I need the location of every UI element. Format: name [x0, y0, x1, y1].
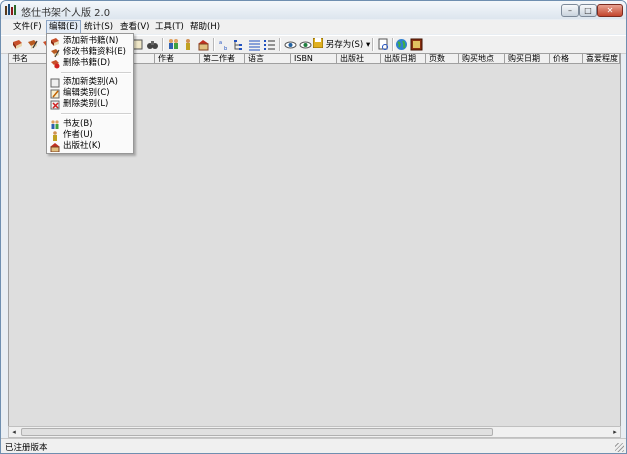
- maximize-button[interactable]: □: [579, 4, 597, 17]
- add-book-icon[interactable]: [11, 38, 24, 51]
- save-as-label: 另存为(S): [325, 40, 364, 50]
- menu-item-label: 书友(B): [63, 119, 93, 129]
- toolbar-separator: [279, 38, 281, 51]
- book-cover-icon[interactable]: [410, 38, 423, 51]
- list-view-icon[interactable]: [263, 38, 276, 51]
- menu-view[interactable]: 查看(V): [118, 20, 151, 34]
- scroll-thumb[interactable]: [21, 428, 493, 436]
- column-header-language[interactable]: 语言: [245, 54, 291, 64]
- edit-book-icon[interactable]: [26, 38, 39, 51]
- author-icon: [50, 131, 60, 141]
- menu-separator: [61, 113, 131, 115]
- menu-help[interactable]: 帮助(H): [188, 20, 222, 34]
- menu-edit[interactable]: 编辑(E): [46, 20, 82, 34]
- menu-item-edit-book[interactable]: 修改书籍资料(E): [47, 47, 133, 58]
- column-header-purchase-date[interactable]: 购买日期: [505, 54, 550, 64]
- column-header-publisher[interactable]: 出版社: [337, 54, 381, 64]
- close-button[interactable]: ✕: [597, 4, 623, 17]
- menu-file[interactable]: 文件(F): [11, 20, 44, 34]
- menu-item-friends[interactable]: 书友(B): [47, 119, 133, 130]
- scroll-left-button[interactable]: ◂: [9, 427, 19, 437]
- column-header-publish-date[interactable]: 出版日期: [381, 54, 426, 64]
- friends-icon: [50, 120, 60, 130]
- menu-item-label: 添加新书籍(N): [63, 36, 119, 46]
- toolbar-separator: [392, 38, 394, 51]
- resize-grip-icon[interactable]: [615, 443, 624, 452]
- sort-az-icon[interactable]: ab: [218, 38, 231, 51]
- column-header-second-author[interactable]: 第二作者: [200, 54, 245, 64]
- author-icon[interactable]: [182, 38, 195, 51]
- menu-separator: [61, 72, 131, 74]
- toolbar-separator: [162, 38, 164, 51]
- publisher-icon: [50, 142, 60, 153]
- menu-item-delete-category[interactable]: 删除类别(L): [47, 99, 133, 110]
- menu-bar: 文件(F) 编辑(E) 统计(S) 查看(V) 工具(T) 帮助(H): [1, 20, 626, 34]
- svg-text:a: a: [219, 40, 222, 46]
- category-edit-icon: [50, 89, 60, 99]
- horizontal-scrollbar[interactable]: ◂ ▸: [8, 426, 621, 438]
- menu-item-label: 修改书籍资料(E): [63, 47, 127, 57]
- publisher-icon[interactable]: [197, 38, 210, 51]
- app-logo-icon: [5, 4, 17, 15]
- menu-stats[interactable]: 统计(S): [82, 20, 115, 34]
- save-icon: [312, 37, 324, 49]
- scroll-right-button[interactable]: ▸: [610, 427, 620, 437]
- status-text: 已注册版本: [5, 443, 48, 453]
- eye-alt-icon[interactable]: [299, 38, 312, 51]
- category-add-icon: [50, 78, 60, 88]
- column-header-isbn[interactable]: ISBN: [291, 54, 337, 64]
- app-window: 悠仕书架个人版 2.0 – □ ✕ 文件(F) 编辑(E) 统计(S) 查看(V…: [0, 0, 627, 454]
- binoculars-icon[interactable]: [146, 38, 159, 51]
- svg-text:b: b: [224, 46, 227, 51]
- column-header-rating[interactable]: 喜爱程度: [583, 54, 620, 64]
- menu-item-label: 作者(U): [63, 130, 93, 140]
- window-title: 悠仕书架个人版 2.0: [21, 8, 111, 19]
- minimize-button[interactable]: –: [561, 4, 579, 17]
- chevron-down-icon: ▾: [365, 40, 371, 50]
- menu-item-add-book[interactable]: 添加新书籍(N): [47, 36, 133, 47]
- menu-item-edit-category[interactable]: 编辑类别(C): [47, 88, 133, 99]
- menu-item-delete-book[interactable]: 删除书籍(D): [47, 58, 133, 69]
- eye-icon[interactable]: [284, 38, 297, 51]
- toolbar-separator: [372, 38, 374, 51]
- menu-item-add-category[interactable]: 添加新类别(A): [47, 77, 133, 88]
- column-header-pages[interactable]: 页数: [426, 54, 459, 64]
- book-delete-icon: [50, 59, 60, 69]
- column-header-author[interactable]: 作者: [155, 54, 200, 64]
- menu-item-label: 编辑类别(C): [63, 88, 110, 98]
- column-header-purchase-place[interactable]: 购买地点: [459, 54, 505, 64]
- menu-item-publisher[interactable]: 出版社(K): [47, 141, 133, 153]
- toolbar-separator: [213, 38, 215, 51]
- edit-menu-dropdown: 添加新书籍(N) 修改书籍资料(E) 删除书籍(D) 添加新类别(A) 编辑类别…: [46, 33, 134, 154]
- column-header-price[interactable]: 价格: [550, 54, 583, 64]
- title-bar[interactable]: 悠仕书架个人版 2.0 – □ ✕: [1, 1, 626, 19]
- globe-icon[interactable]: [395, 38, 408, 51]
- book-add-icon: [50, 37, 60, 47]
- status-bar: 已注册版本: [1, 438, 626, 453]
- friends-icon[interactable]: [167, 38, 180, 51]
- category-delete-icon: [50, 100, 60, 110]
- menu-item-author[interactable]: 作者(U): [47, 130, 133, 141]
- menu-tools[interactable]: 工具(T): [153, 20, 186, 34]
- print-preview-icon[interactable]: [377, 38, 390, 51]
- detail-view-icon[interactable]: [248, 38, 261, 51]
- book-edit-icon: [50, 48, 60, 58]
- menu-item-label: 添加新类别(A): [63, 77, 118, 87]
- tree-view-icon[interactable]: [233, 38, 246, 51]
- menu-item-label: 删除书籍(D): [63, 58, 111, 68]
- save-as-button[interactable]: 另存为(S) ▾: [312, 37, 371, 51]
- menu-item-label: 出版社(K): [63, 141, 101, 151]
- menu-item-label: 删除类别(L): [63, 99, 109, 109]
